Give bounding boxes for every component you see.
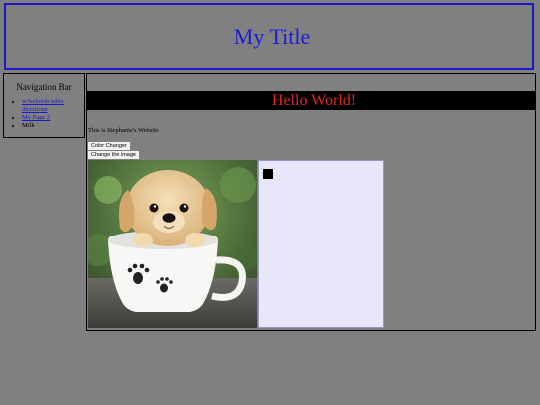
site-description: This is Stephanie's Website <box>88 127 159 134</box>
main-content: Hello World! This is Stephanie's Website… <box>86 73 536 331</box>
nav-title: Navigation Bar <box>16 82 72 92</box>
change-image-button[interactable]: Change the image <box>88 151 139 159</box>
nav-item-w3schools: w3schools table directions <box>22 98 84 114</box>
hello-banner: Hello World! <box>87 91 535 110</box>
nav-list: w3schools table directions My Page 2 Mil… <box>4 98 84 130</box>
color-changer-button[interactable]: Color Changer <box>88 142 130 150</box>
puppy-image <box>88 160 257 328</box>
nav-item-my-page-2: My Page 2 <box>22 114 84 122</box>
hello-heading: Hello World! <box>271 91 357 109</box>
page-header: My Title <box>4 3 534 70</box>
navigation-bar: Navigation Bar w3schools table direction… <box>3 73 85 138</box>
black-square <box>263 169 273 179</box>
page-title: My Title <box>233 23 311 49</box>
drawing-canvas[interactable] <box>258 160 384 328</box>
nav-link-w3schools[interactable]: w3schools table directions <box>22 98 64 113</box>
nav-link-my-page-2[interactable]: My Page 2 <box>22 114 50 121</box>
nav-item-milk: Milk <box>22 122 84 130</box>
